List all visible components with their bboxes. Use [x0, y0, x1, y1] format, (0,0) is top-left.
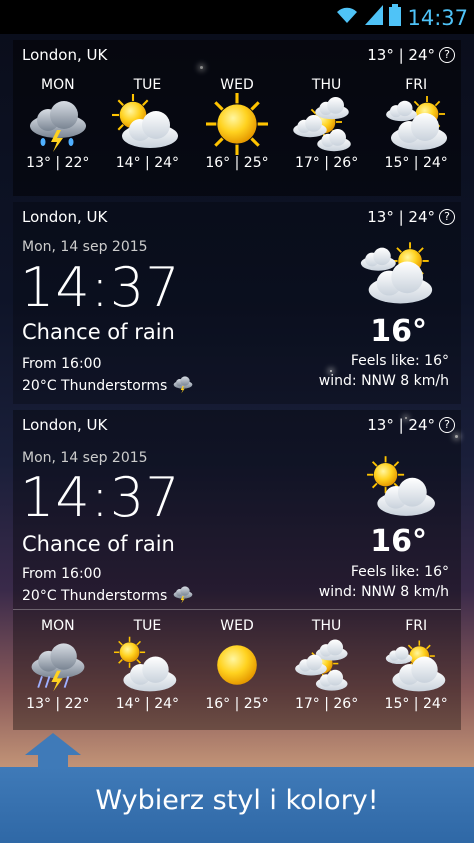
day-name: FRI: [405, 77, 428, 93]
current-temp: 16°: [370, 314, 427, 349]
minmax-text: 13° | 24°: [367, 208, 435, 226]
partly-cloudy-icon: [365, 454, 437, 520]
forecast-day: WED 16° | 25°: [197, 77, 277, 171]
day-temps: 16° | 25°: [205, 155, 269, 171]
day-name: FRI: [405, 618, 428, 634]
storm-text: 20°C Thunderstorms: [22, 588, 168, 604]
partly-cloudy-icon: [107, 93, 187, 155]
day-name: TUE: [133, 618, 162, 634]
day-temps: 17° | 26°: [294, 696, 359, 712]
day-name: WED: [220, 77, 254, 93]
forecast-widget[interactable]: London, UK 13° | 24° ? MON 13° | 22° TUE: [13, 40, 461, 196]
condition-text: Chance of rain: [22, 320, 175, 344]
sun-icon: [197, 93, 277, 155]
feels-like: Feels like: 16°: [350, 353, 449, 369]
status-bar: 14:37: [0, 0, 474, 34]
divider: [13, 609, 461, 610]
forecast-day: TUE 14° | 24°: [107, 618, 187, 712]
promo-banner: Wybierz styl i kolory!: [0, 767, 474, 843]
feels-like: Feels like: 16°: [350, 564, 449, 580]
location-label: London, UK: [22, 416, 108, 434]
wifi-icon: [335, 5, 359, 30]
thunderstorm-icon: [18, 93, 98, 155]
status-time: 14:37: [407, 5, 468, 30]
from-time: From 16:00: [22, 356, 102, 372]
signal-icon: [365, 5, 384, 30]
sun-icon: [197, 634, 277, 696]
day-temps: 15° | 24°: [384, 696, 448, 712]
full-weather-widget[interactable]: London, UK 13° | 24° ? Mon, 14 sep 2015 …: [13, 410, 461, 730]
up-arrow-icon: [25, 733, 81, 755]
forecast-day: TUE 14° | 24°: [107, 77, 187, 171]
thunderstorm-small-icon: [171, 584, 195, 608]
wind-info: wind: NNW 8 km/h: [318, 584, 449, 600]
day-name: THU: [311, 77, 342, 93]
thunderstorm-icon: [18, 634, 98, 696]
date-label: Mon, 14 sep 2015: [22, 239, 148, 255]
arrow-stem: [38, 754, 68, 768]
forecast-day: MON 13° | 22°: [18, 77, 98, 171]
help-icon[interactable]: ?: [439, 209, 455, 225]
help-icon[interactable]: ?: [439, 47, 455, 63]
clock-time[interactable]: 14:37: [20, 466, 181, 529]
location-label: London, UK: [22, 208, 108, 226]
condition-text: Chance of rain: [22, 532, 175, 556]
forecast-day: MON 13° | 22°: [18, 618, 98, 712]
battery-icon: [389, 4, 402, 31]
day-name: MON: [41, 618, 75, 634]
current-temp: 16°: [370, 524, 427, 559]
day-temps: 15° | 24°: [384, 155, 448, 171]
forecast-day: THU 17° | 26°: [287, 618, 367, 712]
partly-cloudy-icon: [107, 634, 187, 696]
date-label: Mon, 14 sep 2015: [22, 450, 148, 466]
thunderstorm-small-icon: [171, 374, 195, 398]
day-name: WED: [220, 618, 254, 634]
wind-info: wind: NNW 8 km/h: [318, 373, 449, 389]
minmax-temps: 13° | 24° ?: [367, 46, 455, 64]
storm-text: 20°C Thunderstorms: [22, 378, 168, 394]
from-time: From 16:00: [22, 566, 102, 582]
sun-clouds-icon: [287, 634, 367, 696]
forecast-day: THU 17° | 26°: [287, 77, 367, 171]
day-name: THU: [311, 618, 342, 634]
partly-cloudy-icon: [357, 240, 437, 312]
day-temps: 16° | 25°: [205, 696, 269, 712]
day-temps: 14° | 24°: [115, 155, 180, 171]
minmax-temps: 13° | 24° ?: [367, 416, 455, 434]
sun-clouds-icon: [287, 93, 367, 155]
help-icon[interactable]: ?: [439, 417, 455, 433]
day-temps: 13° | 22°: [26, 696, 90, 712]
minmax-text: 13° | 24°: [367, 416, 435, 434]
partly-cloudy-icon: [376, 634, 456, 696]
clock-weather-widget[interactable]: London, UK 13° | 24° ? Mon, 14 sep 2015 …: [13, 202, 461, 404]
minmax-temps: 13° | 24° ?: [367, 208, 455, 226]
banner-text: Wybierz styl i kolory!: [95, 785, 379, 816]
forecast-day: WED 16° | 25°: [197, 618, 277, 712]
forecast-row: MON 13° | 22° TUE 14° | 24° WED 16° | 25…: [13, 77, 461, 171]
storm-forecast: 20°C Thunderstorms: [22, 374, 195, 398]
day-name: MON: [41, 77, 75, 93]
minmax-text: 13° | 24°: [367, 46, 435, 64]
clock-time[interactable]: 14:37: [20, 256, 181, 319]
day-temps: 13° | 22°: [26, 155, 90, 171]
day-temps: 17° | 26°: [294, 155, 359, 171]
forecast-row: MON 13° | 22° TUE 14° | 24° WED 16° | 25…: [13, 618, 461, 712]
partly-cloudy-icon: [376, 93, 456, 155]
location-label: London, UK: [22, 46, 108, 64]
day-temps: 14° | 24°: [115, 696, 180, 712]
forecast-day: FRI 15° | 24°: [376, 618, 456, 712]
forecast-day: FRI 15° | 24°: [376, 77, 456, 171]
storm-forecast: 20°C Thunderstorms: [22, 584, 195, 608]
day-name: TUE: [133, 77, 162, 93]
